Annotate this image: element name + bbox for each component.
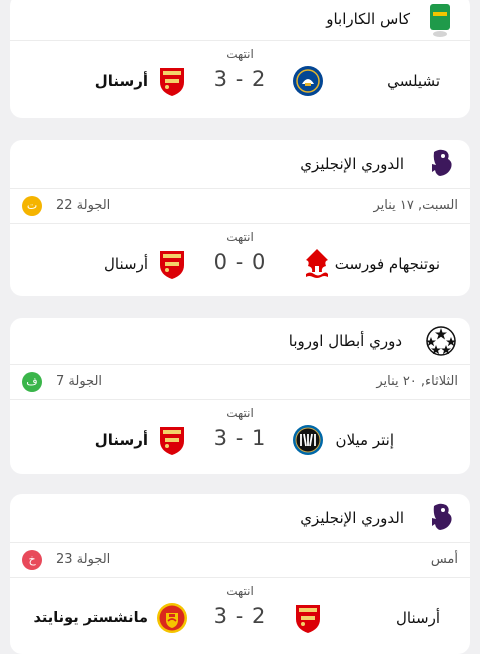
competition-header[interactable]: الدوري الإنجليزي [10, 140, 470, 189]
match-card-premier-league-forest[interactable]: الدوري الإنجليزي السبت, ١٧ يناير الجولة … [10, 140, 470, 296]
home-team-name: أرسنال [396, 609, 440, 627]
competition-header[interactable]: كاس الكاراباو [10, 0, 470, 41]
arsenal-crest-icon [156, 424, 188, 456]
away-team-name: أرسنال [94, 72, 148, 90]
carabao-cup-icon [428, 4, 452, 38]
arsenal-crest-icon [156, 65, 188, 97]
match-row[interactable]: انتهت 3 - 2 أرسنال مانشستر يونايتد [10, 578, 470, 652]
match-info-row: أمس الجولة 23 خ [10, 543, 470, 578]
match-info-row: الثلاثاء, ٢٠ يناير الجولة 7 ف [10, 365, 470, 400]
match-card-premier-league-united[interactable]: الدوري الإنجليزي أمس الجولة 23 خ انتهت 3… [10, 494, 470, 654]
away-team-name: مانشستر يونايتد [33, 610, 148, 626]
match-row[interactable]: انتهت 3 - 1 إنتر ميلان أرسنال [10, 400, 470, 474]
match-date: الثلاثاء, ٢٠ يناير [376, 374, 458, 389]
home-team-name: إنتر ميلان [335, 431, 394, 449]
match-info-row: السبت, ١٧ يناير الجولة 22 ت [10, 189, 470, 224]
round-label: الجولة 22 [56, 198, 111, 213]
chelsea-crest-icon [292, 65, 324, 97]
away-team-name: أرسنال [104, 255, 148, 273]
champions-league-icon [424, 324, 458, 358]
arsenal-crest-icon [156, 248, 188, 280]
match-card-carabao[interactable]: كاس الكاراباو انتهت 3 - 2 تشيلسي أرسنال [10, 0, 470, 118]
competition-name: الدوري الإنجليزي [300, 509, 404, 527]
match-status: انتهت [226, 230, 254, 244]
competition-header[interactable]: دوري أبطال اوروبا [10, 318, 470, 365]
away-team-name: أرسنال [94, 431, 148, 449]
competition-name: الدوري الإنجليزي [300, 155, 404, 173]
manchester-united-crest-icon [156, 602, 188, 634]
match-status: انتهت [226, 406, 254, 420]
match-status: انتهت [226, 584, 254, 598]
arsenal-crest-icon [292, 602, 324, 634]
result-badge: ف [22, 372, 42, 392]
home-team-name: نوتنجهام فورست [334, 255, 440, 273]
home-team-name: تشيلسي [387, 72, 440, 90]
round-label: الجولة 7 [56, 374, 103, 389]
result-badge: ت [22, 196, 42, 216]
nottingham-forest-crest-icon [304, 248, 330, 280]
match-row[interactable]: انتهت 3 - 2 تشيلسي أرسنال [10, 41, 470, 115]
round-label: الجولة 23 [56, 552, 111, 567]
competition-name: كاس الكاراباو [326, 10, 410, 28]
match-status: انتهت [226, 47, 254, 61]
match-date: السبت, ١٧ يناير [373, 198, 458, 213]
result-badge: خ [22, 550, 42, 570]
competition-header[interactable]: الدوري الإنجليزي [10, 494, 470, 543]
competition-name: دوري أبطال اوروبا [288, 332, 402, 350]
match-row[interactable]: انتهت 0 - 0 نوتنجهام فورست أرسنال [10, 224, 470, 296]
match-card-champions-league-inter[interactable]: دوري أبطال اوروبا الثلاثاء, ٢٠ يناير الج… [10, 318, 470, 474]
premier-league-icon [426, 148, 456, 178]
match-date: أمس [430, 552, 458, 567]
premier-league-icon [426, 502, 456, 532]
inter-milan-crest-icon [292, 424, 324, 456]
